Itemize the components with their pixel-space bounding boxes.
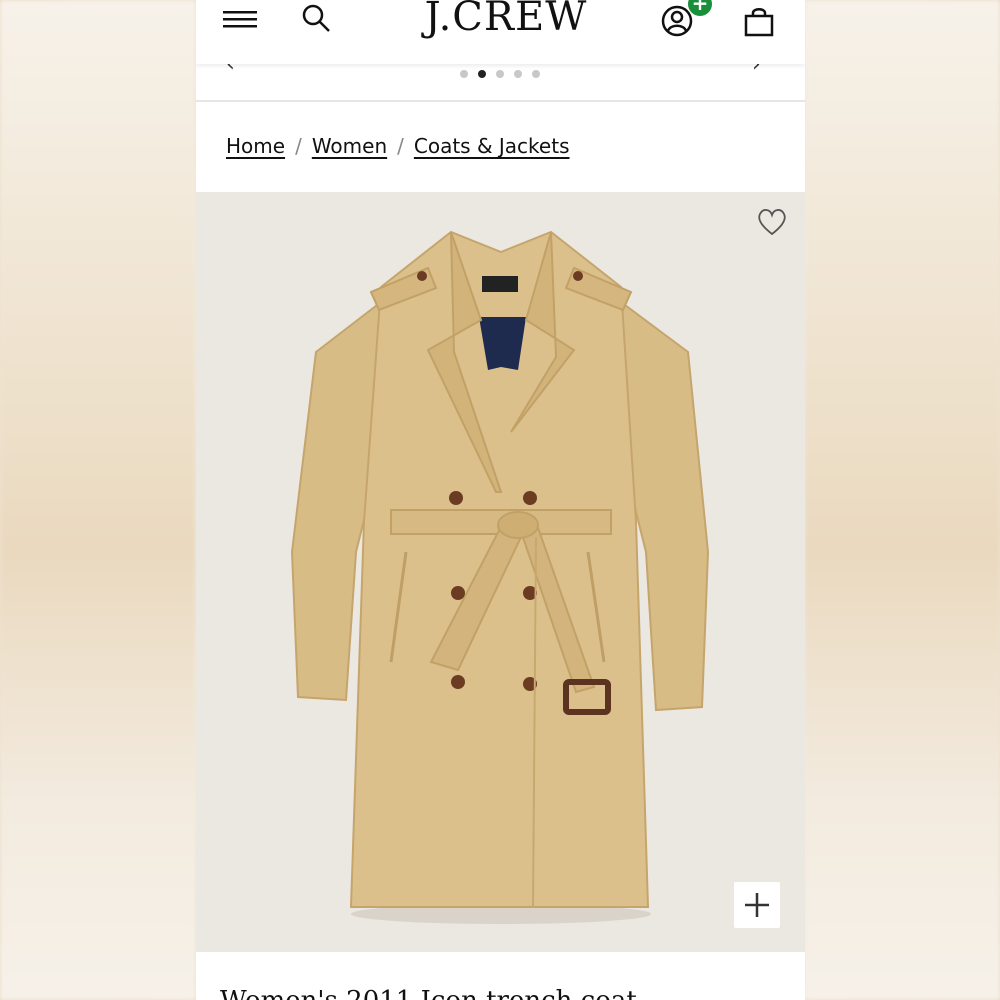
carousel-dots	[460, 70, 540, 78]
carousel-dot[interactable]	[514, 70, 522, 78]
breadcrumb-coats-jackets[interactable]: Coats & Jackets	[414, 134, 570, 158]
site-header: J.CREW +	[196, 0, 805, 64]
breadcrumb-home[interactable]: Home	[226, 134, 285, 158]
promo-carousel: ‹ ›	[196, 52, 805, 102]
carousel-dot[interactable]	[532, 70, 540, 78]
carousel-dot[interactable]	[496, 70, 504, 78]
account-badge: +	[688, 0, 712, 16]
breadcrumb-women[interactable]: Women	[312, 134, 387, 158]
product-title: Women's 2011 Icon trench coat	[220, 986, 637, 1000]
breadcrumb-separator: /	[295, 134, 302, 158]
heart-icon[interactable]	[754, 206, 790, 238]
carousel-dot-active[interactable]	[478, 70, 486, 78]
jcrew-logo[interactable]: J.CREW	[396, 0, 616, 40]
hamburger-menu-icon[interactable]	[220, 0, 260, 36]
breadcrumb-separator: /	[397, 134, 404, 158]
phone-screen: J.CREW + ‹ › Home / Women / Coats & Jack…	[196, 0, 805, 1000]
background-blur-right	[804, 0, 1000, 1000]
breadcrumb: Home / Women / Coats & Jackets	[226, 134, 570, 158]
shopping-bag-icon[interactable]	[740, 2, 778, 40]
trench-coat-illustration	[290, 230, 710, 924]
background-blur-left	[0, 0, 196, 1000]
search-icon[interactable]	[298, 0, 334, 36]
carousel-dot[interactable]	[460, 70, 468, 78]
product-image[interactable]	[196, 192, 805, 952]
plus-icon[interactable]	[734, 882, 780, 928]
